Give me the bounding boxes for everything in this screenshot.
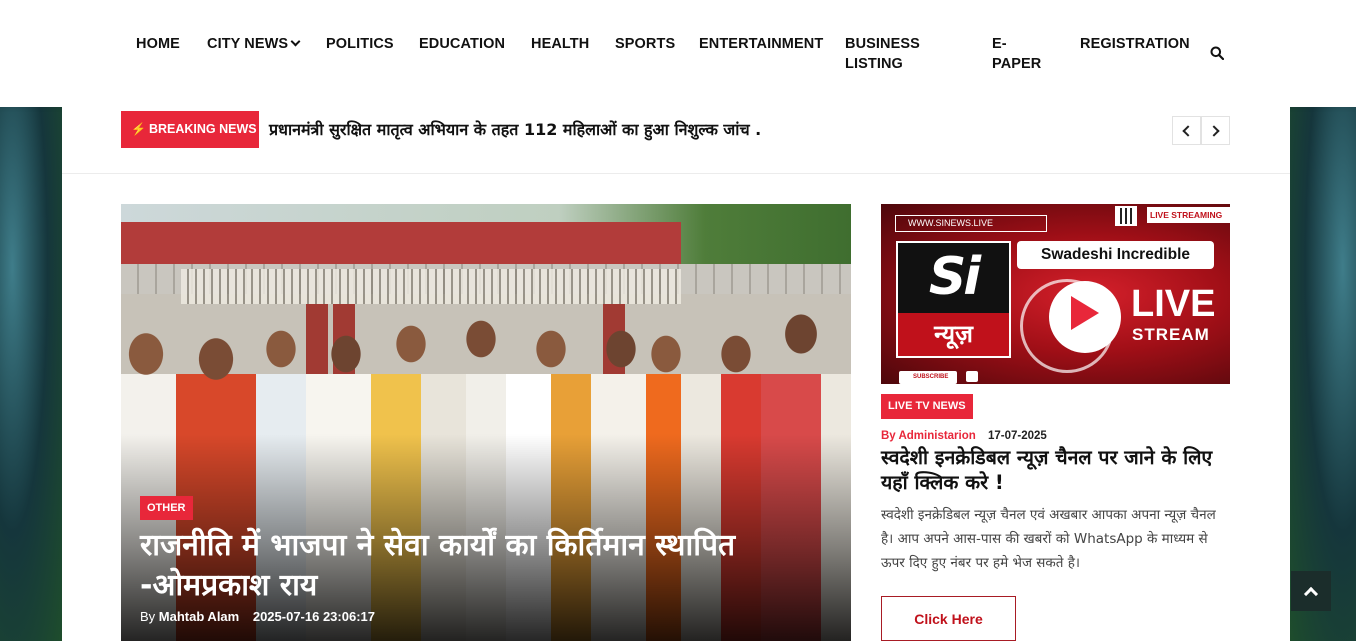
breaking-news-tag: ⚡ BREAKING NEWS	[121, 111, 259, 148]
back-to-top-button[interactable]	[1291, 571, 1331, 611]
main-content: ⚡ BREAKING NEWS प्रधानमंत्री सुरक्षित मात…	[62, 107, 1290, 641]
nav-sports[interactable]: SPORTS	[615, 34, 675, 54]
stadium-background-right	[1290, 107, 1356, 641]
chevron-right-icon	[1208, 124, 1220, 137]
chevron-down-icon	[290, 36, 301, 47]
category-badge-live-tv[interactable]: LIVE TV NEWS	[881, 394, 973, 419]
si-news-logo: Si न्यूज़	[896, 241, 1011, 358]
breaking-next-button[interactable]	[1201, 116, 1230, 145]
chevron-left-icon	[1182, 124, 1194, 137]
featured-title[interactable]: राजनीति में भाजपा ने सेवा कार्यों का किर…	[140, 526, 780, 606]
nav-entertainment[interactable]: ENTERTAINMENT	[699, 34, 823, 54]
divider	[62, 173, 1290, 174]
play-icon	[1049, 281, 1121, 353]
search-icon[interactable]	[1210, 46, 1224, 60]
breaking-news-headline[interactable]: प्रधानमंत्री सुरक्षित मातृत्व अभियान के …	[269, 118, 761, 140]
stream-label: STREAM	[1132, 325, 1210, 344]
breaking-news-bar: ⚡ BREAKING NEWS प्रधानमंत्री सुरक्षित मात…	[121, 111, 1231, 148]
featured-meta: By Mahtab Alam 2025-07-16 23:06:17	[140, 609, 375, 624]
bolt-icon: ⚡	[131, 122, 146, 136]
featured-article[interactable]: OTHER राजनीति में भाजपा ने सेवा कार्यों …	[121, 204, 851, 641]
bell-icon	[966, 371, 978, 382]
main-navigation: HOME CITY NEWS POLITICS EDUCATION HEALTH…	[0, 0, 1356, 107]
category-badge[interactable]: OTHER	[140, 496, 193, 520]
live-label: LIVE	[1131, 283, 1216, 325]
sidebar-meta: By Administarion 17-07-2025	[881, 430, 1047, 442]
subscribe-badge: SUBSCRIBE	[899, 371, 957, 384]
sidebar-date: 17-07-2025	[987, 430, 1047, 442]
stadium-background-left	[0, 107, 62, 641]
chevron-up-icon	[1303, 586, 1319, 601]
featured-author[interactable]: Mahtab Alam	[159, 609, 239, 624]
qr-code-icon	[1115, 206, 1137, 226]
featured-date: 2025-07-16 23:06:17	[252, 609, 375, 624]
live-stream-banner[interactable]: WWW.SINEWS.LIVE LIVE STREAMING Si न्यूज़…	[881, 204, 1230, 384]
live-streaming-tag: LIVE STREAMING	[1147, 207, 1230, 223]
breaking-prev-button[interactable]	[1172, 116, 1201, 145]
nav-e-paper[interactable]: E-PAPER	[992, 34, 1048, 74]
nav-business-listing[interactable]: BUSINESS LISTING	[845, 34, 935, 74]
sidebar-excerpt: स्वदेशी इनक्रेडिबल न्यूज़ चैनल एवं अखबार…	[881, 507, 1216, 571]
nav-health[interactable]: HEALTH	[531, 34, 589, 54]
nav-politics[interactable]: POLITICS	[326, 34, 394, 54]
byline-prefix: By	[140, 609, 156, 624]
sidebar-title[interactable]: स्वदेशी इनक्रेडिबल न्यूज़ चैनल पर जाने क…	[881, 445, 1230, 495]
sidebar-author[interactable]: By Administarion	[881, 430, 976, 442]
nav-education[interactable]: EDUCATION	[419, 34, 505, 54]
nav-home[interactable]: HOME	[136, 34, 180, 54]
nav-registration[interactable]: REGISTRATION	[1080, 34, 1190, 54]
channel-name: Swadeshi Incredible	[1017, 241, 1214, 269]
banner-url: WWW.SINEWS.LIVE	[895, 215, 1047, 232]
click-here-button[interactable]: Click Here	[881, 596, 1016, 641]
nav-city-news[interactable]: CITY NEWS	[207, 34, 301, 54]
